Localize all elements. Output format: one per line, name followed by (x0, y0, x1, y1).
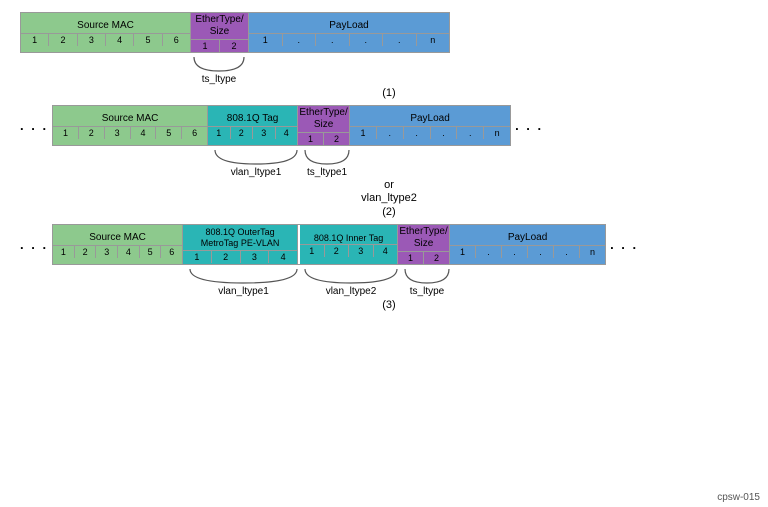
num-cell: 4 (276, 127, 298, 139)
num-cell: 4 (269, 251, 297, 263)
ethertype-label-3: EtherType/Size (397, 225, 449, 251)
source-mac-label-2: Source MAC (100, 112, 161, 126)
vlan-tag-label-2: 808.1Q Tag (225, 112, 281, 126)
num-cell: 1 (298, 133, 324, 145)
fig3-caption: (3) (20, 299, 758, 311)
brace-tsltype1-2 (301, 148, 353, 166)
num-cell: 6 (182, 127, 207, 139)
num-cell: . (476, 246, 502, 258)
num-cell: 1 (53, 127, 79, 139)
dots-left-2: . . . (20, 118, 48, 133)
payload-label-2: PayLoad (408, 112, 451, 126)
num-cell: 4 (374, 245, 398, 257)
vlan-ltype1-label-3: vlan_ltype1 (218, 286, 269, 297)
outertag-label-3: 808.1Q OuterTagMetroTag PE-VLAN (199, 226, 282, 250)
brace-vlan2-3 (301, 267, 401, 285)
num-cell: 1 (183, 251, 212, 263)
num-cell: n (580, 246, 605, 258)
num-cell: 2 (220, 40, 248, 52)
num-cell: n (484, 127, 510, 139)
num-cell: . (377, 127, 404, 139)
num-cell: 2 (424, 252, 449, 264)
num-cell: 2 (75, 246, 97, 258)
ethertype-label-2: EtherType/Size (297, 106, 349, 132)
num-cell: 6 (163, 34, 190, 46)
num-cell: 2 (79, 127, 105, 139)
num-cell: . (554, 246, 580, 258)
brace-tsltype-3 (401, 267, 453, 285)
num-cell: 2 (231, 127, 254, 139)
num-cell: 3 (253, 127, 276, 139)
num-cell: 5 (140, 246, 162, 258)
payload-label-1: PayLoad (327, 19, 370, 33)
num-cell: 2 (49, 34, 77, 46)
innertag-label-3: 808.1Q Inner Tag (312, 232, 385, 245)
num-cell: 1 (398, 252, 424, 264)
ts-ltype1-label-2: ts_ltype1 (307, 167, 347, 178)
num-cell: 3 (78, 34, 106, 46)
num-cell: 5 (134, 34, 162, 46)
dots-right-2: . . . (515, 118, 543, 133)
vlan-ltype2-text-2: vlan_ltype2 (20, 192, 758, 204)
brace-svg-1 (190, 55, 248, 73)
num-cell: 2 (324, 133, 349, 145)
ts-ltype-label-1: ts_ltype (202, 74, 236, 85)
num-cell: 3 (105, 127, 131, 139)
source-mac-label-3: Source MAC (87, 231, 148, 245)
num-cell: 6 (161, 246, 182, 258)
num-cell: 4 (131, 127, 157, 139)
num-cell: . (457, 127, 484, 139)
num-cell: . (316, 34, 350, 46)
num-cell: 1 (53, 246, 75, 258)
num-cell: 5 (156, 127, 182, 139)
brace-vlan1-2 (211, 148, 301, 166)
num-cell: 3 (241, 251, 270, 263)
fig2-caption: (2) (20, 206, 758, 218)
num-cell: . (383, 34, 417, 46)
num-cell: . (502, 246, 528, 258)
payload-label-3: PayLoad (506, 231, 549, 245)
dots-right-3: . . . (610, 237, 638, 252)
num-cell: 1 (450, 246, 476, 258)
num-cell: 2 (212, 251, 241, 263)
fig1-caption: (1) (20, 87, 758, 99)
vlan-ltype2-label-3: vlan_ltype2 (326, 286, 377, 297)
num-cell: 1 (300, 245, 325, 257)
num-cell: 2 (325, 245, 350, 257)
num-cell: 1 (249, 34, 283, 46)
vlan-ltype1-label-2: vlan_ltype1 (231, 167, 282, 178)
num-cell: . (431, 127, 458, 139)
brace-vlan1-3 (186, 267, 301, 285)
num-cell: 1 (208, 127, 231, 139)
num-cell: . (283, 34, 317, 46)
num-cell: 3 (96, 246, 118, 258)
num-cell: 1 (21, 34, 49, 46)
source-mac-label-1: Source MAC (75, 19, 136, 33)
or-text-2: or (20, 179, 758, 191)
num-cell: n (417, 34, 450, 46)
num-cell: . (528, 246, 554, 258)
num-cell: . (404, 127, 431, 139)
num-cell: 1 (191, 40, 220, 52)
num-cell: 1 (350, 127, 377, 139)
num-cell: . (350, 34, 384, 46)
num-cell: 4 (118, 246, 140, 258)
ts-ltype-label-3: ts_ltype (410, 286, 444, 297)
num-cell: 4 (106, 34, 134, 46)
num-cell: 3 (349, 245, 374, 257)
figure-id: cpsw-015 (717, 492, 760, 503)
ethertype-label-1: EtherType/Size (193, 13, 245, 39)
dots-left-3: . . . (20, 237, 48, 252)
